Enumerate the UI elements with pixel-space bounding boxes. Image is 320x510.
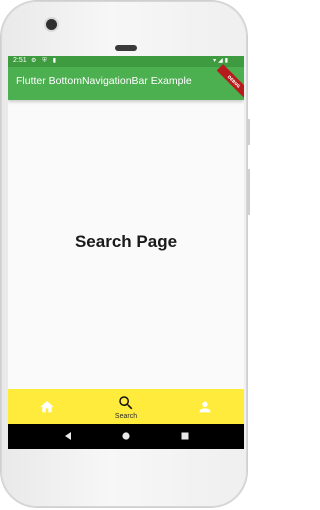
nav-label-search: Search xyxy=(114,413,138,420)
earpiece-speaker xyxy=(115,45,137,51)
home-button-icon[interactable] xyxy=(119,429,133,443)
notification-icons: ⚙ ⛨ ▮ xyxy=(31,57,58,64)
nav-item-profile[interactable] xyxy=(166,389,244,424)
phone-frame: 2:51 ⚙ ⛨ ▮ ▾◢▮ Flutter BottomNavigationB… xyxy=(1,1,250,507)
front-camera xyxy=(46,19,57,30)
back-icon[interactable] xyxy=(61,429,75,443)
home-icon xyxy=(40,401,54,413)
app-bar: Flutter BottomNavigationBar Example DEBU… xyxy=(8,64,244,100)
status-time: 2:51 xyxy=(13,57,27,64)
bottom-navigation-bar: Search xyxy=(8,389,244,424)
nav-item-search[interactable]: Search xyxy=(86,389,166,424)
page-content: Search Page xyxy=(8,100,244,390)
signal-battery-icon: ▾◢▮ xyxy=(213,57,230,64)
nav-item-home[interactable] xyxy=(8,389,86,424)
person-icon xyxy=(199,401,211,413)
side-button xyxy=(247,119,250,145)
system-navigation-bar xyxy=(8,424,244,449)
status-bar: 2:51 ⚙ ⛨ ▮ ▾◢▮ xyxy=(8,56,244,67)
recents-icon[interactable] xyxy=(178,429,192,443)
app-bar-title: Flutter BottomNavigationBar Example xyxy=(16,75,192,87)
page-heading: Search Page xyxy=(74,232,178,251)
app-screen: 2:51 ⚙ ⛨ ▮ ▾◢▮ Flutter BottomNavigationB… xyxy=(8,56,244,449)
search-icon xyxy=(119,396,133,410)
debug-banner: DEBUG xyxy=(216,64,244,99)
side-button xyxy=(247,169,250,215)
